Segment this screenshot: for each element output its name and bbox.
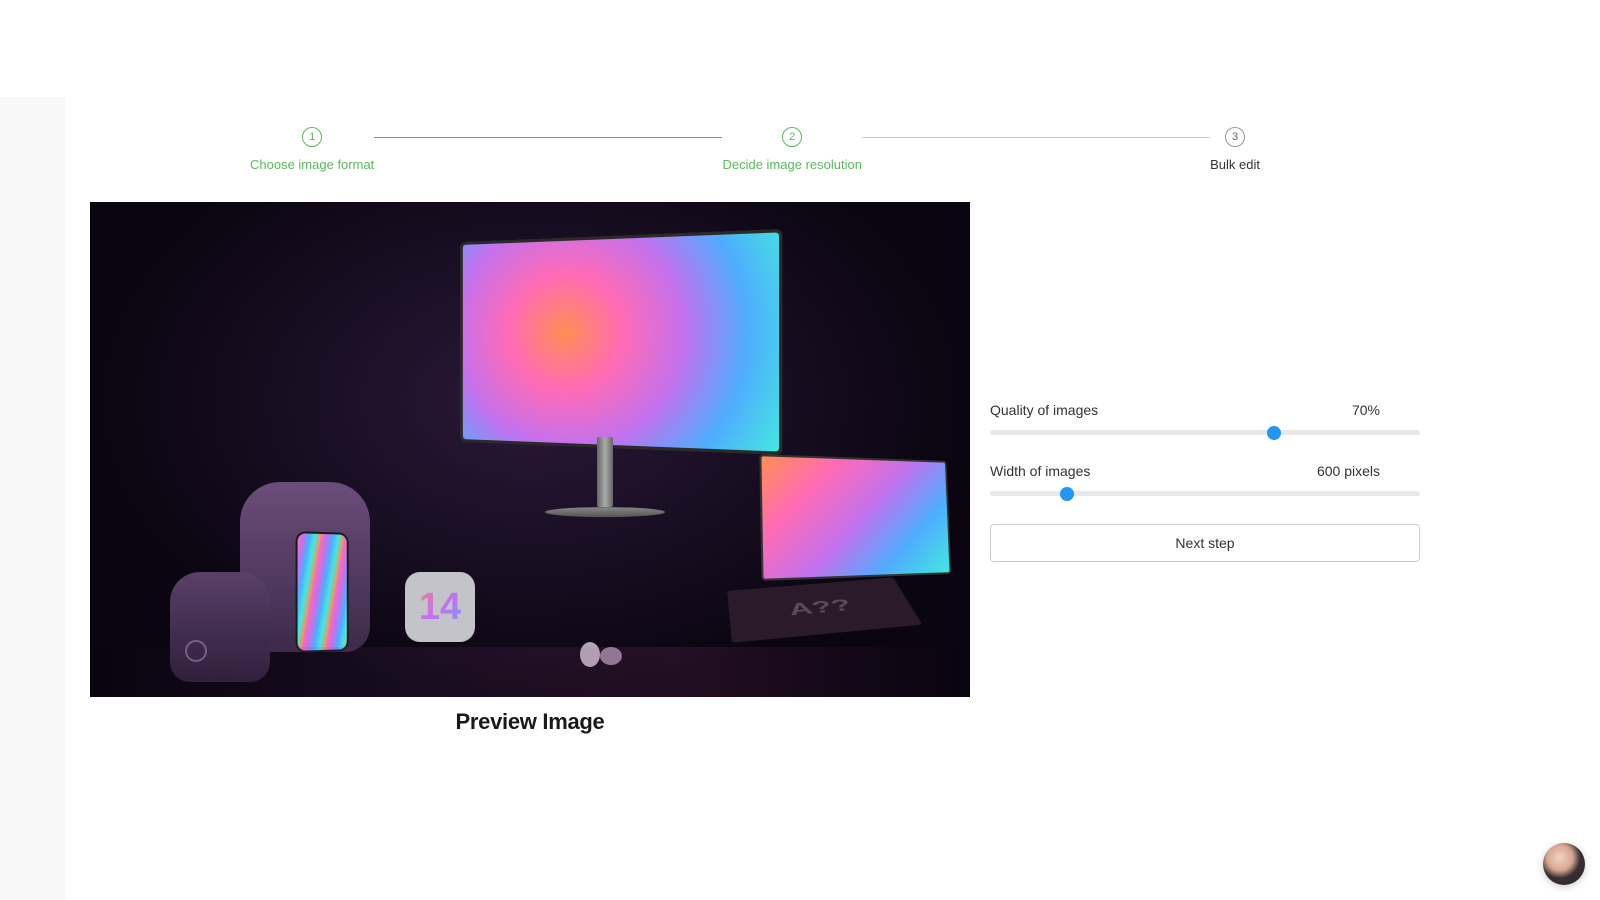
quality-value: 70% xyxy=(1352,402,1380,418)
step-connector-1-2 xyxy=(374,137,722,138)
ios-tile-icon: 14 xyxy=(405,572,475,642)
width-slider-thumb[interactable] xyxy=(1060,487,1074,501)
step-label-3: Bulk edit xyxy=(1210,157,1260,172)
stepper: 1 Choose image format 2 Decide image res… xyxy=(250,127,1260,172)
next-step-button[interactable]: Next step xyxy=(990,524,1420,562)
step-circle-1: 1 xyxy=(302,127,322,147)
quality-slider[interactable] xyxy=(990,430,1420,435)
preview-image: A?? 14 xyxy=(90,202,970,697)
content-row: A?? 14 Preview Image Quality of images 7… xyxy=(90,202,1420,735)
preview-caption: Preview Image xyxy=(90,709,970,735)
step-label-1: Choose image format xyxy=(250,157,374,172)
laptop-screen-icon xyxy=(759,454,951,581)
step-2[interactable]: 2 Decide image resolution xyxy=(722,127,861,172)
laptop-base-icon: A?? xyxy=(727,577,922,642)
quality-slider-group: Quality of images 70% xyxy=(990,402,1420,435)
step-1[interactable]: 1 Choose image format xyxy=(250,127,374,172)
width-value: 600 pixels xyxy=(1317,463,1380,479)
quality-slider-thumb[interactable] xyxy=(1267,426,1281,440)
main-content: 1 Choose image format 2 Decide image res… xyxy=(65,97,1600,900)
controls-column: Quality of images 70% Width of images 60… xyxy=(980,202,1420,735)
step-3[interactable]: 3 Bulk edit xyxy=(1210,127,1260,172)
phone-device-icon xyxy=(296,531,349,653)
width-slider-group: Width of images 600 pixels xyxy=(990,463,1420,496)
width-label: Width of images xyxy=(990,463,1090,479)
avatar[interactable] xyxy=(1543,843,1585,885)
width-slider[interactable] xyxy=(990,491,1420,496)
step-label-2: Decide image resolution xyxy=(722,157,861,172)
imac-screen-icon xyxy=(460,229,783,455)
preview-column: A?? 14 Preview Image xyxy=(90,202,970,735)
sidebar-strip xyxy=(0,97,65,900)
floor-reflection xyxy=(90,647,970,697)
imac-stand-icon xyxy=(575,437,635,527)
laptop-device-icon: A?? xyxy=(680,477,960,607)
step-circle-3: 3 xyxy=(1225,127,1245,147)
step-connector-2-3 xyxy=(862,137,1210,138)
quality-label: Quality of images xyxy=(990,402,1098,418)
step-circle-2: 2 xyxy=(782,127,802,147)
